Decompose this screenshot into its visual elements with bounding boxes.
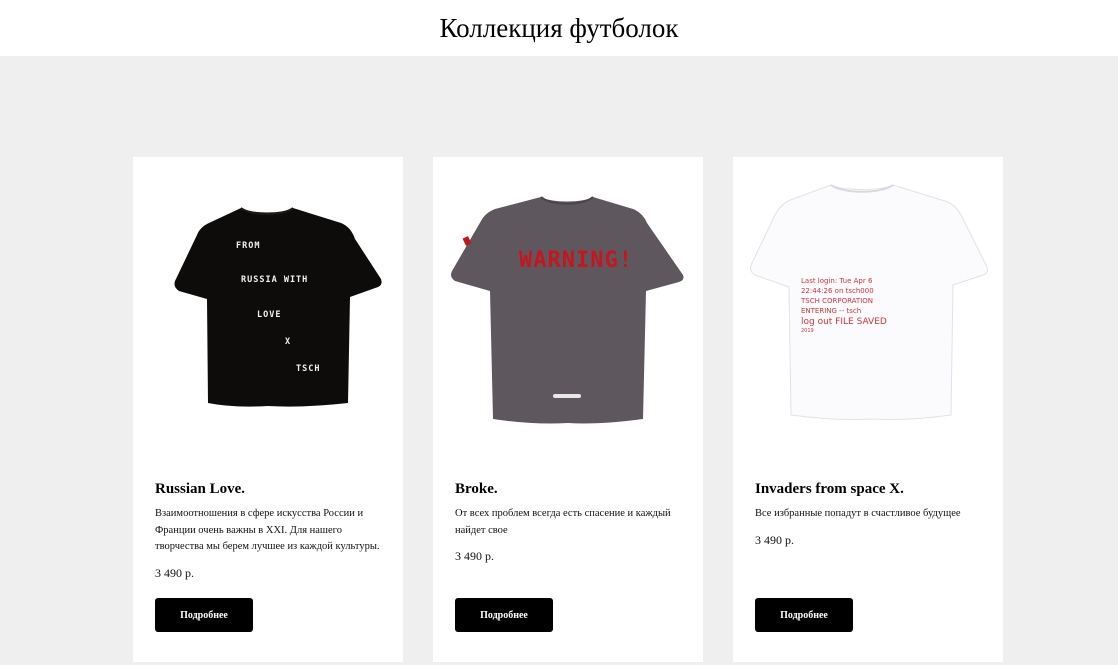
product-title: Broke. (455, 481, 498, 497)
product-catalog: FROM RUSSIA WITH LOVE X TSCH Russian Lov… (0, 56, 1118, 665)
print-line-3: LOVE (257, 310, 281, 320)
product-info: Broke. От всех проблем всегда есть спасе… (455, 479, 681, 564)
details-button[interactable]: Подробнее (155, 598, 253, 632)
product-info: Russian Love. Взаимоотношения в сфере ис… (155, 479, 381, 581)
product-image-grey-tshirt[interactable]: WARNING! (433, 157, 703, 447)
tshirt-shape (451, 197, 684, 424)
print-line-5: log out FILE SAVED (801, 317, 887, 327)
print-line-6: 2019 (801, 328, 814, 334)
print-line-2: RUSSIA WITH (241, 275, 308, 285)
product-image-white-tshirt[interactable]: Last login: Tue Apr 6 22:44:26 on tsch00… (733, 157, 1003, 447)
print-line-3: TSCH CORPORATION (800, 297, 873, 305)
product-description: От всех проблем всегда есть спасение и к… (455, 508, 671, 536)
product-price: 3 490 р. (155, 565, 194, 580)
print-line-2: 22:44:26 on tsch000 (801, 287, 874, 295)
product-price: 3 490 р. (455, 549, 494, 563)
product-description: Взаимоотношения в сфере искусства России… (155, 508, 380, 552)
details-button[interactable]: Подробнее (755, 598, 853, 632)
product-card-invaders: Last login: Tue Apr 6 22:44:26 on tsch00… (733, 157, 1003, 662)
print-line-4: X (285, 337, 291, 347)
product-price: 3 490 р. (755, 532, 794, 547)
print-line-4: ENTERING -- tsch (801, 307, 861, 315)
product-card-russian-love: FROM RUSSIA WITH LOVE X TSCH Russian Lov… (133, 157, 403, 662)
product-title: Russian Love. (155, 481, 246, 497)
page-title: Коллекция футболок (439, 13, 679, 43)
print-warning: WARNING! (519, 248, 633, 273)
product-info: Invaders from space X. Все избранные поп… (755, 479, 981, 548)
product-title: Invaders from space X. (755, 481, 904, 497)
product-image-black-tshirt[interactable]: FROM RUSSIA WITH LOVE X TSCH (133, 157, 403, 447)
details-button[interactable]: Подробнее (455, 598, 553, 632)
page-header: Коллекция футболок (0, 0, 1118, 56)
print-line-1: Last login: Tue Apr 6 (801, 277, 873, 285)
tshirt-shape (174, 208, 382, 407)
product-card-broke: WARNING! Broke. От всех проблем всегда е… (433, 157, 703, 662)
print-line-1: FROM (236, 241, 260, 251)
print-line-5: TSCH (296, 364, 320, 374)
product-description: Все избранные попадут в счастливое будущ… (755, 508, 961, 519)
